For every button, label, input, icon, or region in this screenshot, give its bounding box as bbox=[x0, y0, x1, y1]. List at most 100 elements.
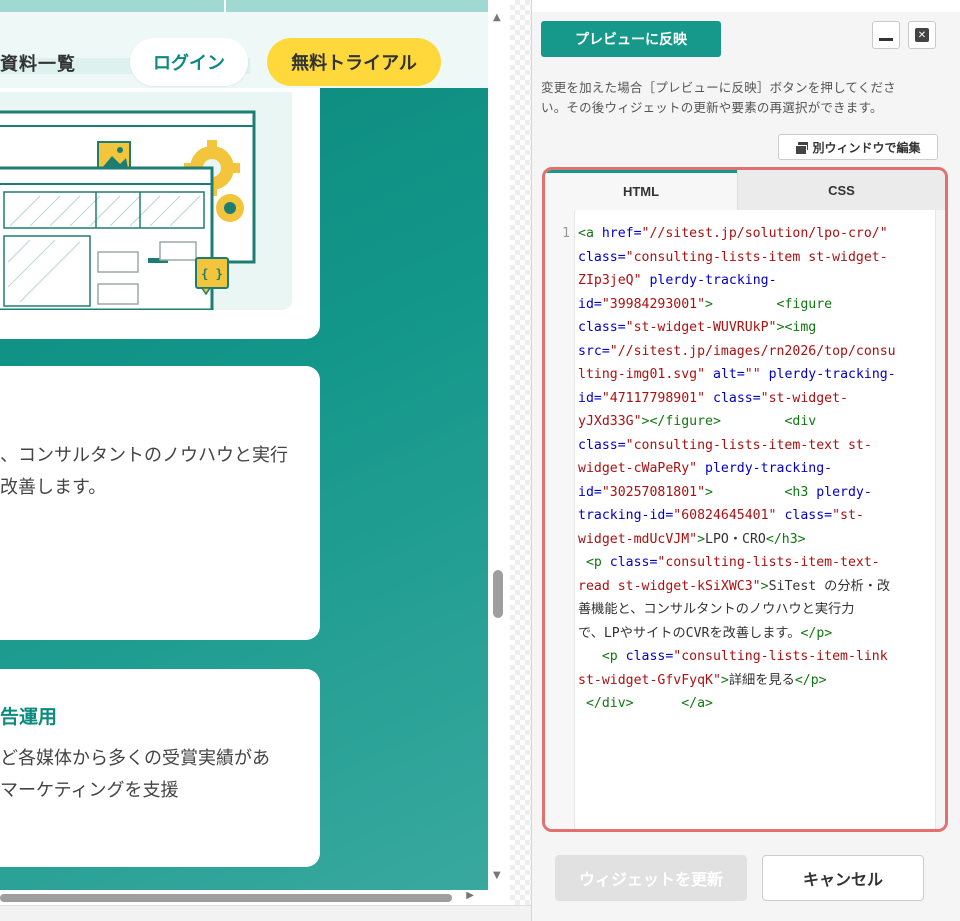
code-token: "60824645401" bbox=[673, 508, 777, 523]
app-root: 資料一覧 ログイン 無料トライアル {} 、コンサルタントのノウハウと実行 改… bbox=[0, 0, 960, 921]
code-line: src="//sitest.jp/images/rn2026/top/consu bbox=[578, 340, 940, 364]
code-token: SiTest の分析・改 bbox=[768, 578, 891, 594]
free-trial-button[interactable]: 無料トライアル bbox=[267, 38, 441, 86]
code-line: 善機能と、コンサルタントのノウハウと実行力 bbox=[578, 598, 940, 622]
close-icon: ✕ bbox=[915, 28, 929, 42]
code-token: </a> bbox=[681, 696, 713, 711]
code-token: "consulting-lists-item-text st- bbox=[625, 437, 872, 453]
code-token: class= bbox=[578, 320, 626, 335]
code-token: <p bbox=[585, 555, 610, 570]
code-token: "//sitest.jp/solution/lpo-cro/" bbox=[641, 226, 888, 241]
preview-vertical-scrollbar[interactable]: ▲ ▼ bbox=[488, 0, 510, 905]
widget-editor-panel: プレビューに反映 ✕ 変更を加えた場合［プレビューに反映］ボタンを押してくださ … bbox=[531, 0, 960, 921]
horizontal-scroll-thumb[interactable] bbox=[0, 894, 452, 902]
preview-horizontal-scrollbar[interactable]: ▶ bbox=[0, 890, 488, 905]
code-line: id="30257081801"> <h3 plerdy- bbox=[578, 481, 940, 505]
code-editor[interactable]: HTML CSS 1 <a href="//sitest.jp/solution… bbox=[542, 167, 948, 832]
code-text-area[interactable]: <a href="//sitest.jp/solution/lpo-cro/" c… bbox=[578, 222, 940, 716]
scroll-up-arrow-icon[interactable]: ▲ bbox=[493, 12, 501, 23]
code-token: > bbox=[705, 484, 713, 500]
consulting-illustration: { } bbox=[0, 92, 292, 312]
code-line: widget-mdUcVJM">LPO・CRO</h3> bbox=[578, 528, 940, 552]
code-token: <p bbox=[601, 649, 626, 664]
code-token: plerdy- bbox=[816, 484, 872, 500]
scroll-right-arrow-icon[interactable]: ▶ bbox=[466, 890, 474, 901]
code-token: "" bbox=[744, 367, 761, 382]
nav-docs-link[interactable]: 資料一覧 bbox=[0, 50, 76, 76]
login-button[interactable]: ログイン bbox=[130, 38, 248, 86]
consulting-card-2[interactable]: 、コンサルタントのノウハウと実行 改善します。 bbox=[0, 366, 320, 640]
code-token: yJXd33G" bbox=[578, 414, 642, 429]
site-header: 資料一覧 ログイン 無料トライアル bbox=[0, 12, 488, 88]
code-token: で、LPやサイトのCVRを改善します。 bbox=[578, 625, 801, 641]
code-token: > bbox=[760, 578, 769, 594]
code-token: 善機能と、コンサルタントのノウハウと実行力 bbox=[578, 602, 855, 617]
apply-to-preview-button[interactable]: プレビューに反映 bbox=[541, 21, 721, 57]
code-badge-text: { } bbox=[201, 267, 223, 281]
update-widget-button[interactable]: ウィジェットを更新 bbox=[555, 855, 747, 901]
hint-line-2: い。その後ウィジェットの更新や要素の再選択ができます。 bbox=[541, 100, 883, 115]
splitter-handle[interactable] bbox=[510, 0, 531, 905]
code-token: "consulting-lists-item-link bbox=[673, 649, 888, 664]
card2-text-line1: 、コンサルタントのノウハウと実行 bbox=[0, 445, 288, 466]
code-token: </p> bbox=[800, 625, 833, 641]
hint-line-1: 変更を加えた場合［プレビューに反映］ボタンを押してくださ bbox=[541, 80, 896, 95]
scroll-down-arrow-icon[interactable]: ▼ bbox=[493, 870, 501, 881]
code-token: "consulting-lists-item st-widget- bbox=[625, 249, 888, 265]
code-token: tracking-id= bbox=[578, 508, 674, 523]
code-token: "30257081801" bbox=[601, 484, 706, 500]
code-line: lting-img01.svg" alt="" plerdy-tracking- bbox=[578, 363, 940, 387]
vertical-scroll-thumb[interactable] bbox=[493, 570, 503, 618]
code-line: yJXd33G"></figure> <div bbox=[578, 410, 940, 434]
code-token: st-widget-GfvFyqK" bbox=[578, 672, 721, 688]
minimize-button[interactable] bbox=[872, 21, 900, 49]
code-token: LPO・CRO bbox=[705, 531, 766, 547]
code-token: class= bbox=[713, 390, 761, 406]
tab-html[interactable]: HTML bbox=[545, 170, 737, 210]
code-token: plerdy-tracking- bbox=[768, 367, 896, 382]
card3-heading: 告運用 bbox=[0, 706, 58, 728]
preview-bottom-bar bbox=[0, 905, 531, 921]
code-token: lting-img01.svg" bbox=[578, 367, 706, 382]
code-token: class= bbox=[578, 437, 626, 453]
code-token: </div> bbox=[585, 696, 634, 711]
code-token: <h3 bbox=[784, 484, 817, 500]
code-token: 詳細を見る bbox=[728, 672, 795, 688]
card3-text-line2: マーケティングを支援 bbox=[0, 780, 179, 801]
close-button[interactable]: ✕ bbox=[908, 21, 936, 49]
code-token: <img bbox=[784, 320, 817, 335]
code-line: <a href="//sitest.jp/solution/lpo-cro/" bbox=[578, 222, 940, 246]
code-token: class= bbox=[784, 508, 833, 523]
consulting-card-3[interactable]: 告運用 ど各媒体から多くの受賞実績があ マーケティングを支援 bbox=[0, 669, 320, 867]
tab-css[interactable]: CSS bbox=[737, 170, 945, 210]
code-line: read st-widget-kSiXWC3">SiTest の分析・改 bbox=[578, 575, 940, 599]
code-line: class="consulting-lists-item st-widget- bbox=[578, 246, 940, 270]
cancel-button[interactable]: キャンセル bbox=[762, 855, 924, 901]
code-line: </div> </a> bbox=[578, 692, 940, 716]
code-token: id= bbox=[578, 296, 602, 312]
gear-small-icon bbox=[216, 194, 244, 222]
code-token: alt= bbox=[713, 367, 745, 382]
code-token: src= bbox=[578, 343, 610, 359]
code-token: <a bbox=[578, 226, 602, 241]
code-line: ZIp3jeQ" plerdy-tracking- bbox=[578, 269, 940, 293]
code-token: "st-widget-WUVRUkP" bbox=[625, 320, 777, 335]
code-token: </h3> bbox=[765, 531, 806, 547]
code-line: <p class="consulting-lists-item-link bbox=[578, 645, 940, 669]
editor-scrollbar[interactable] bbox=[935, 210, 945, 829]
consulting-card-1[interactable]: { } bbox=[0, 88, 320, 339]
code-token: id= bbox=[578, 484, 602, 500]
edit-in-separate-window-button[interactable]: 別ウィンドウで編集 bbox=[778, 134, 938, 160]
card2-text-line2: 改善します。 bbox=[0, 477, 107, 498]
edit-in-separate-window-label: 別ウィンドウで編集 bbox=[812, 140, 921, 155]
code-token: plerdy-tracking- bbox=[705, 461, 833, 476]
code-line: class="st-widget-WUVRUkP"><img bbox=[578, 316, 940, 340]
